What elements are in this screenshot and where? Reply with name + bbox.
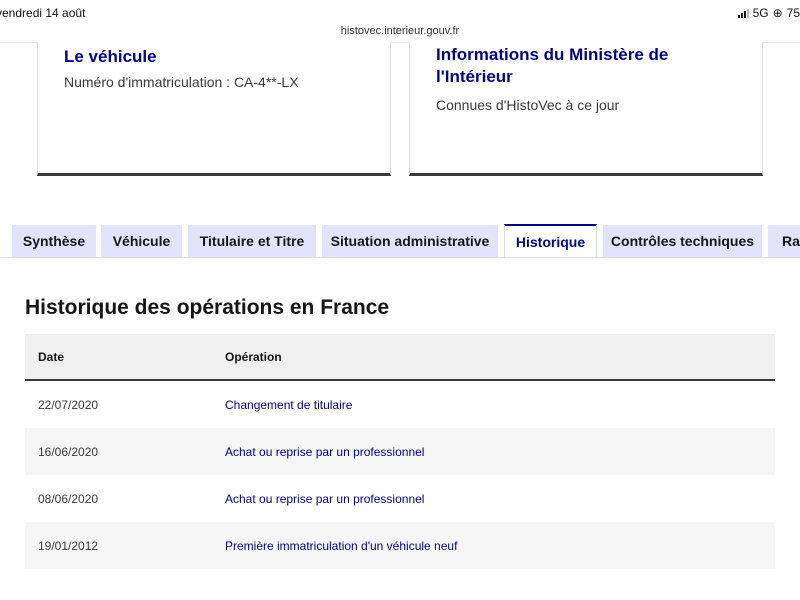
row-date: 16/06/2020 [38,444,99,459]
network-label: 5G [752,6,769,20]
row-operation: Première immatriculation d'un véhicule n… [225,538,458,553]
section-title: Historique des opérations en France [25,296,390,319]
table-row: 08/06/2020 Achat ou reprise par un profe… [25,475,775,522]
ministry-card-title: Informations du Ministère de l'Intérieur [436,45,669,86]
tab-synthese[interactable]: Synthèse [12,225,96,257]
ministry-card: Informations du Ministère de l'Intérieur… [409,42,763,176]
row-operation: Achat ou reprise par un professionnel [225,491,425,506]
status-bar: vendredi 14 août 5G ⊕ 75 [0,0,800,24]
vehicle-card: Le véhicule Numéro d'immatriculation : C… [37,42,391,176]
tab-titulaire[interactable]: Titulaire et Titre [188,225,316,257]
tab-situation[interactable]: Situation administrative [322,225,498,257]
tab-controles[interactable]: Contrôles techniques [603,225,762,257]
signal-icon [737,8,749,18]
row-operation: Achat ou reprise par un professionnel [225,444,425,459]
row-date: 22/07/2020 [38,397,99,412]
table-row: 22/07/2020 Changement de titulaire [25,380,775,428]
table-header-row: Date Opération [25,334,775,381]
row-date: 08/06/2020 [38,491,99,506]
status-time: vendredi 14 août [0,6,86,20]
vehicle-card-title: Le véhicule [64,47,157,66]
column-header-date: Date [25,334,224,381]
tab-vehicule[interactable]: Véhicule [101,225,182,257]
table-row: 16/06/2020 Achat ou reprise par un profe… [25,428,775,475]
column-header-operation: Opération [224,334,775,381]
row-date: 19/01/2012 [38,538,99,553]
row-operation: Changement de titulaire [225,397,353,412]
tab-historique[interactable]: Historique [504,224,597,258]
table-row: 19/01/2012 Première immatriculation d'un… [25,522,775,569]
status-indicators: 5G ⊕ 75 [737,6,800,20]
ministry-card-subtitle: Connues d'HistoVec à ce jour [436,97,620,113]
vehicle-card-plate: Numéro d'immatriculation : CA-4**-LX [64,74,299,90]
url-bar[interactable]: histovec.interieur.gouv.fr [0,25,800,37]
tab-panel-border [0,257,800,258]
tab-rapport[interactable]: Rap [768,225,800,257]
tab-bar: Synthèse Véhicule Titulaire et Titre Sit… [0,224,800,258]
rotation-lock-icon: ⊕ [772,6,783,20]
battery-label: 75 [786,6,800,20]
history-table: Date Opération 22/07/2020 Changement de … [25,334,775,569]
